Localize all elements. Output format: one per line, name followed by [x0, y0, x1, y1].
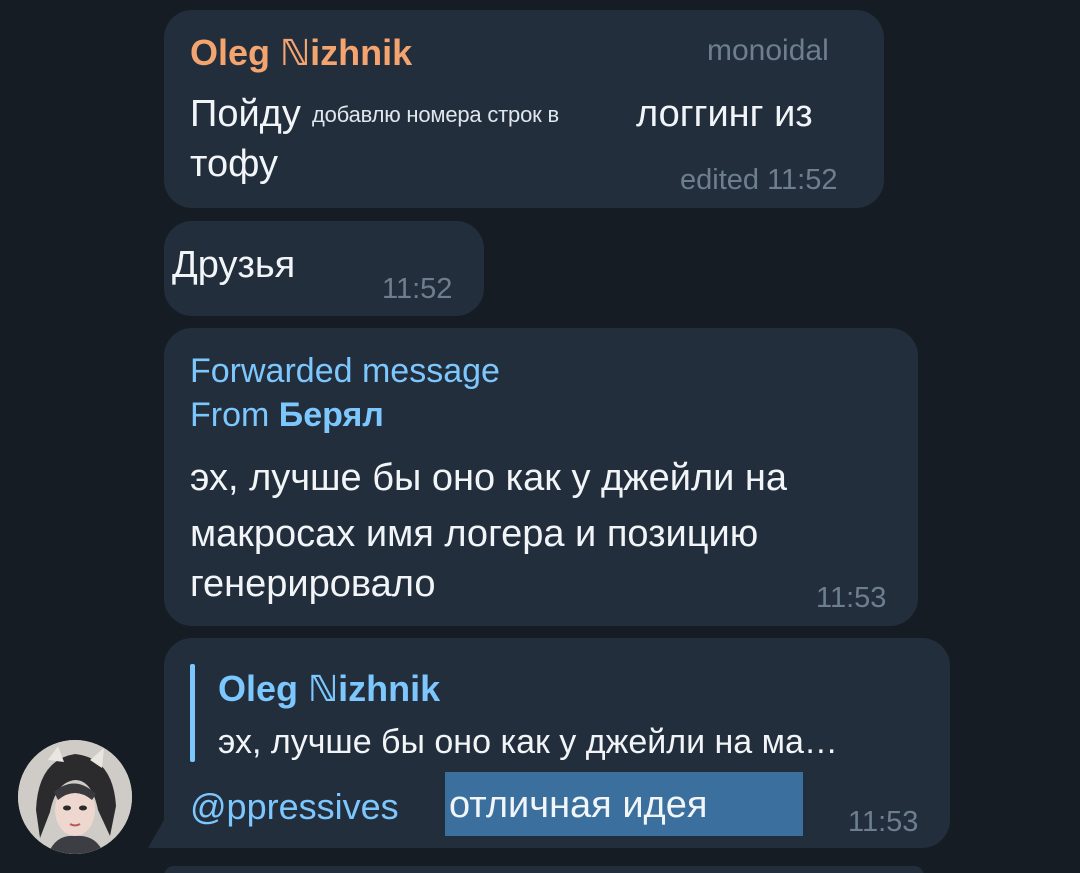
chat-history: Oleg ℕizhnik monoidal Пойду добавлю номе… [0, 0, 1080, 873]
message-time: 11:53 [816, 582, 887, 614]
user-avatar[interactable] [18, 740, 132, 854]
message-text: Пойду [190, 93, 301, 135]
message-time: 11:53 [848, 806, 919, 838]
message-text: отличная идея [449, 784, 708, 826]
reply-bar [190, 664, 195, 762]
overlay-caption: добавлю номера строк в [312, 102, 559, 127]
reply-preview-text[interactable]: эх, лучше бы оно как у джейли на ма… [218, 718, 838, 766]
reply-sender-name[interactable]: Oleg ℕizhnik [218, 668, 440, 710]
message-bubble[interactable]: Друзья 11:52 [164, 221, 484, 316]
forwarded-label: Forwarded message [190, 352, 500, 390]
message-text-line: эх, лучше бы оно как у джейли на [190, 457, 788, 499]
forwarded-from[interactable]: From Берял [190, 396, 384, 435]
admin-title: monoidal [707, 34, 829, 67]
message-time: edited 11:52 [680, 164, 838, 196]
reply-message-bubble[interactable]: Oleg ℕizhnik эх, лучше бы оно как у джей… [164, 638, 950, 848]
forwarded-message-bubble[interactable]: Forwarded message From Берял эх, лучше б… [164, 328, 918, 626]
avatar-portrait-icon [18, 740, 132, 854]
message-text: тофу [190, 143, 278, 185]
bubble-tail [148, 820, 164, 848]
message-text-line: макросах имя логера и позицию [190, 513, 759, 555]
sender-name[interactable]: Oleg ℕizhnik [190, 32, 412, 74]
forwarded-from-prefix: From [190, 396, 270, 434]
forwarded-from-name[interactable]: Берял [279, 396, 384, 434]
message-text-line: генерировало [190, 563, 436, 605]
message-text: логгинг из [636, 93, 813, 135]
message-text: Друзья [172, 244, 296, 286]
message-time: 11:52 [382, 273, 453, 305]
mention-link[interactable]: @ppressives [190, 786, 399, 828]
message-bubble[interactable]: Oleg ℕizhnik monoidal Пойду добавлю номе… [164, 10, 884, 208]
next-message-edge [164, 866, 924, 873]
